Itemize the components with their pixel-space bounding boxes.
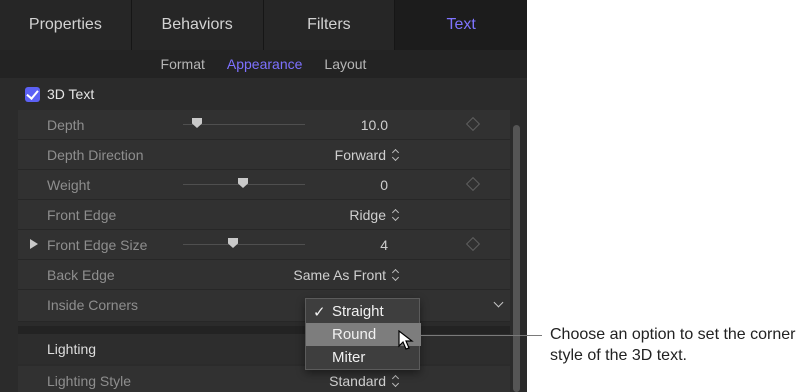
inspector-tabs: Properties Behaviors Filters Text <box>0 0 527 50</box>
keyframe-icon[interactable] <box>465 116 481 132</box>
tab-filters[interactable]: Filters <box>263 0 396 50</box>
param-label: Lighting <box>47 341 97 357</box>
param-label: Depth Direction <box>47 147 144 163</box>
depth-slider[interactable] <box>183 124 305 125</box>
callout-line <box>421 335 542 336</box>
param-label: Back Edge <box>47 267 115 283</box>
weight-value[interactable]: 0 <box>380 177 388 193</box>
popup-value: Standard <box>329 373 386 389</box>
front-edge-size-slider[interactable] <box>183 244 305 245</box>
divider <box>18 326 510 334</box>
popup-value: Same As Front <box>293 267 386 283</box>
up-down-arrows-icon <box>392 375 400 387</box>
depth-slider-thumb[interactable] <box>192 118 202 128</box>
up-down-arrows-icon <box>392 149 400 161</box>
callout-text: Choose an option to set the corner style… <box>550 326 796 364</box>
front-edge-popup[interactable]: Ridge <box>349 207 400 223</box>
param-front-edge: Front Edge Ridge <box>18 200 510 230</box>
weight-slider-thumb[interactable] <box>238 178 248 188</box>
3d-text-checkbox[interactable] <box>25 86 40 102</box>
back-edge-popup[interactable]: Same As Front <box>293 267 400 283</box>
param-label: Front Edge <box>47 207 117 223</box>
section-3d-text: 3D Text <box>0 80 527 108</box>
front-edge-size-value[interactable]: 4 <box>380 237 388 253</box>
front-edge-size-slider-thumb[interactable] <box>228 238 238 248</box>
disclosure-triangle-icon[interactable] <box>30 239 38 249</box>
param-depth-direction: Depth Direction Forward <box>18 140 510 170</box>
param-inside-corners: Inside Corners <box>18 290 510 322</box>
up-down-arrows-icon <box>392 209 400 221</box>
subtab-format[interactable]: Format <box>161 56 205 72</box>
popup-value: Forward <box>334 147 386 163</box>
subtab-layout[interactable]: Layout <box>324 56 366 72</box>
depth-value[interactable]: 10.0 <box>361 117 388 133</box>
tab-properties[interactable]: Properties <box>0 0 132 50</box>
pointer-cursor-icon <box>398 330 414 350</box>
param-back-edge: Back Edge Same As Front <box>18 260 510 290</box>
param-label: Inside Corners <box>47 297 139 313</box>
checkmark-icon: ✓ <box>313 304 326 321</box>
param-label: Front Edge Size <box>47 237 148 253</box>
depth-direction-popup[interactable]: Forward <box>335 147 400 163</box>
keyframe-icon[interactable] <box>465 176 481 192</box>
up-down-arrows-icon <box>392 269 400 281</box>
scrollbar[interactable] <box>513 125 520 392</box>
param-lighting-style: Lighting Style Standard <box>18 366 510 392</box>
chevron-down-icon[interactable] <box>493 297 504 308</box>
param-lighting: Lighting <box>18 334 510 364</box>
popup-value: Ridge <box>349 207 386 223</box>
menu-item-label: Round <box>332 326 377 343</box>
param-label: Depth <box>47 117 85 133</box>
menu-item-straight[interactable]: ✓ Straight <box>306 300 421 323</box>
lighting-style-popup[interactable]: Standard <box>329 373 400 389</box>
subtab-appearance[interactable]: Appearance <box>227 56 303 72</box>
tab-behaviors[interactable]: Behaviors <box>131 0 264 50</box>
param-depth: Depth 10.0 <box>18 110 510 140</box>
param-label: Weight <box>47 177 91 193</box>
keyframe-icon[interactable] <box>465 236 481 252</box>
menu-item-label: Miter <box>332 349 366 366</box>
text-subtabs: Format Appearance Layout <box>0 50 527 78</box>
section-label: 3D Text <box>47 86 95 102</box>
menu-item-label: Straight <box>332 303 384 320</box>
inspector-panel: Properties Behaviors Filters Text Format… <box>0 0 527 392</box>
param-weight: Weight 0 <box>18 170 510 200</box>
tab-text[interactable]: Text <box>395 0 527 50</box>
param-label: Lighting Style <box>47 373 132 389</box>
param-front-edge-size: Front Edge Size 4 <box>18 230 510 260</box>
